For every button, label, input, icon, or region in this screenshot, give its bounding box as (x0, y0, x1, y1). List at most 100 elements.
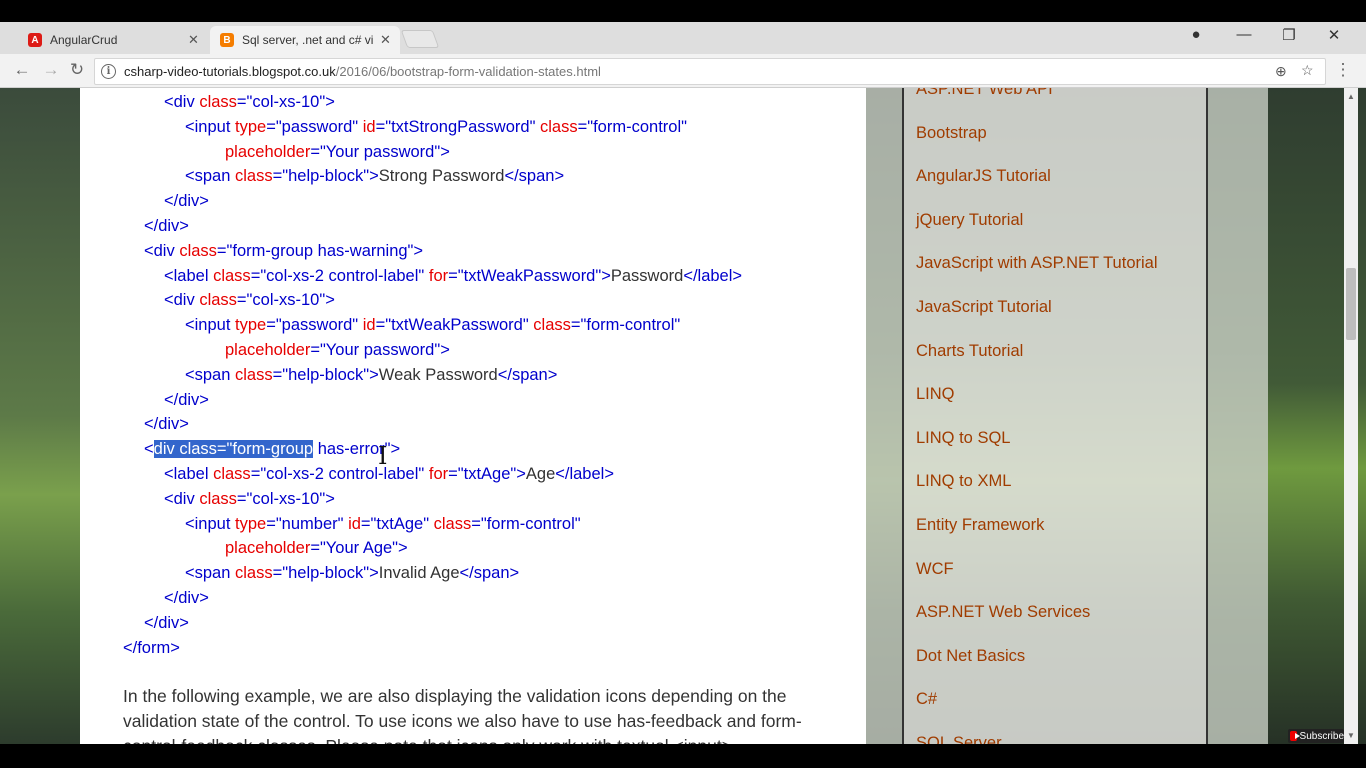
code-line: </form> (123, 636, 180, 661)
code-token: class (235, 564, 273, 583)
scroll-down-icon[interactable]: ▼ (1347, 731, 1355, 740)
code-token: ="form-group has-warning"> (216, 241, 424, 260)
new-tab-button[interactable] (400, 30, 440, 48)
tab-angularcrud[interactable]: A AngularCrud ✕ (16, 26, 206, 54)
sidebar-link[interactable]: ASP.NET Web Services (916, 603, 1090, 622)
paragraph-line: control-feedback classes. Please note th… (123, 734, 853, 744)
sidebar-link[interactable]: AngularJS Tutorial (916, 167, 1051, 186)
code-line: </div> (144, 412, 189, 437)
code-token: ="txtWeakPassword" (375, 316, 534, 335)
close-tab-icon[interactable]: ✕ (188, 32, 199, 48)
bookmark-star-icon[interactable]: ☆ (1301, 62, 1314, 79)
minimize-button[interactable]: — (1229, 26, 1259, 43)
tab-strip: A AngularCrud ✕ B Sql server, .net and c… (0, 22, 1366, 54)
code-token: ="txtWeakPassword"> (448, 266, 611, 285)
code-token: class (235, 167, 273, 186)
code-token: ="help-block"> (272, 365, 379, 384)
tab-title: Sql server, .net and c# vi (242, 33, 374, 47)
code-token: <div (164, 489, 200, 508)
scroll-up-icon[interactable]: ▲ (1347, 92, 1355, 101)
sidebar-link[interactable]: LINQ to SQL (916, 429, 1010, 448)
code-token: <div (164, 93, 200, 111)
toolbar: ← → ↻ i csharp-video-tutorials.blogspot.… (0, 54, 1366, 88)
sidebar-link[interactable]: Dot Net Basics (916, 647, 1025, 666)
code-token: <input (185, 316, 235, 335)
code-token: <div (164, 291, 200, 310)
code-token: class (199, 291, 237, 310)
code-token: ="txtStrongPassword" (375, 117, 541, 136)
code-token: placeholder (225, 341, 311, 359)
code-line: <input type="number" id="txtAge" class="… (185, 512, 581, 537)
sidebar-link[interactable]: JavaScript Tutorial (916, 298, 1052, 317)
code-token: <label (164, 465, 214, 483)
restore-button[interactable]: ❐ (1274, 26, 1304, 44)
code-line: placeholder="Your password"> (225, 338, 450, 363)
paragraph-line: validation state of the control. To use … (123, 711, 802, 731)
forward-button[interactable]: → (40, 60, 62, 80)
sidebar-link[interactable]: LINQ (916, 385, 955, 404)
code-line: <span class="help-block">Weak Password</… (185, 363, 557, 388)
code-token: </label> (683, 266, 743, 285)
sidebar-link[interactable]: WCF (916, 560, 954, 579)
code-token: </label> (555, 465, 614, 483)
code-token: id (362, 316, 376, 335)
code-line: placeholder="Your Age"> (225, 536, 408, 561)
info-icon[interactable]: i (101, 64, 116, 79)
tab-blogspot[interactable]: B Sql server, .net and c# vi ✕ (210, 26, 400, 54)
code-line: <input type="password" id="txtStrongPass… (185, 115, 687, 140)
code-token: < (144, 440, 154, 459)
sidebar-link[interactable]: jQuery Tutorial (916, 211, 1023, 230)
content-gutter (866, 88, 902, 744)
sidebar-link[interactable]: Charts Tutorial (916, 342, 1023, 361)
code-line: <span class="help-block">Strong Password… (185, 164, 564, 189)
sidebar: ASP.NET Web API Bootstrap AngularJS Tutori… (902, 88, 1208, 744)
code-token: <input (185, 514, 235, 533)
address-bar[interactable]: i csharp-video-tutorials.blogspot.co.uk /… (94, 58, 1326, 85)
code-token: class (235, 365, 273, 384)
youtube-icon (1290, 731, 1300, 741)
code-token: id (362, 117, 376, 136)
sidebar-link[interactable]: Bootstrap (916, 124, 987, 143)
page-scrollbar[interactable]: ▲ ▼ (1344, 88, 1358, 744)
sidebar-link[interactable]: SQL Server (916, 734, 1002, 744)
back-button[interactable]: ← (11, 60, 33, 80)
code-token: </div> (144, 217, 189, 235)
sidebar-link[interactable]: C# (916, 690, 937, 709)
reload-button[interactable]: ↻ (66, 60, 88, 80)
url-host: csharp-video-tutorials.blogspot.co.uk (124, 64, 336, 79)
code-line: placeholder="Your password"> (225, 140, 450, 165)
code-token: class (213, 465, 251, 483)
profile-icon[interactable]: ● (1181, 26, 1211, 43)
code-token: class (199, 489, 237, 508)
code-token: class (533, 316, 571, 335)
code-token: ="password" (266, 117, 363, 136)
code-token: Age (525, 465, 556, 483)
close-window-button[interactable]: ✕ (1319, 26, 1349, 44)
scrollbar-thumb[interactable] (1346, 268, 1356, 340)
selected-code-text: div class="form-group (153, 440, 314, 459)
post-content: <div class="col-xs-10"> <input type="pass… (80, 88, 866, 744)
zoom-icon[interactable]: ⊕ (1275, 63, 1287, 80)
code-token: placeholder (225, 142, 311, 161)
sidebar-link[interactable]: JavaScript with ASP.NET Tutorial (916, 254, 1158, 273)
blogger-icon: B (220, 33, 234, 47)
code-token: placeholder (225, 539, 311, 558)
code-token: ="help-block"> (272, 564, 379, 583)
text-cursor-icon: I (378, 442, 388, 470)
browser-chrome: A AngularCrud ✕ B Sql server, .net and c… (0, 22, 1366, 88)
angular-icon: A (28, 33, 42, 47)
sidebar-link[interactable]: LINQ to XML (916, 472, 1011, 491)
close-tab-icon[interactable]: ✕ (380, 32, 391, 48)
code-token: Password (610, 266, 684, 285)
code-token: ="Your password"> (310, 142, 450, 161)
url-path: /2016/06/bootstrap-form-validation-state… (335, 64, 601, 79)
code-line: <label class="col-xs-2 control-label" fo… (164, 462, 614, 487)
code-line: <div class="col-xs-10"> (164, 487, 335, 512)
code-token: <div (144, 241, 180, 260)
subscribe-button[interactable]: Subscribe (1288, 729, 1344, 743)
menu-icon[interactable]: ⋮ (1332, 60, 1354, 80)
code-line: </div> (164, 189, 209, 214)
sidebar-link[interactable]: ASP.NET Web API (916, 88, 1053, 99)
code-line: <label class="col-xs-2 control-label" fo… (164, 264, 742, 289)
sidebar-link[interactable]: Entity Framework (916, 516, 1044, 535)
